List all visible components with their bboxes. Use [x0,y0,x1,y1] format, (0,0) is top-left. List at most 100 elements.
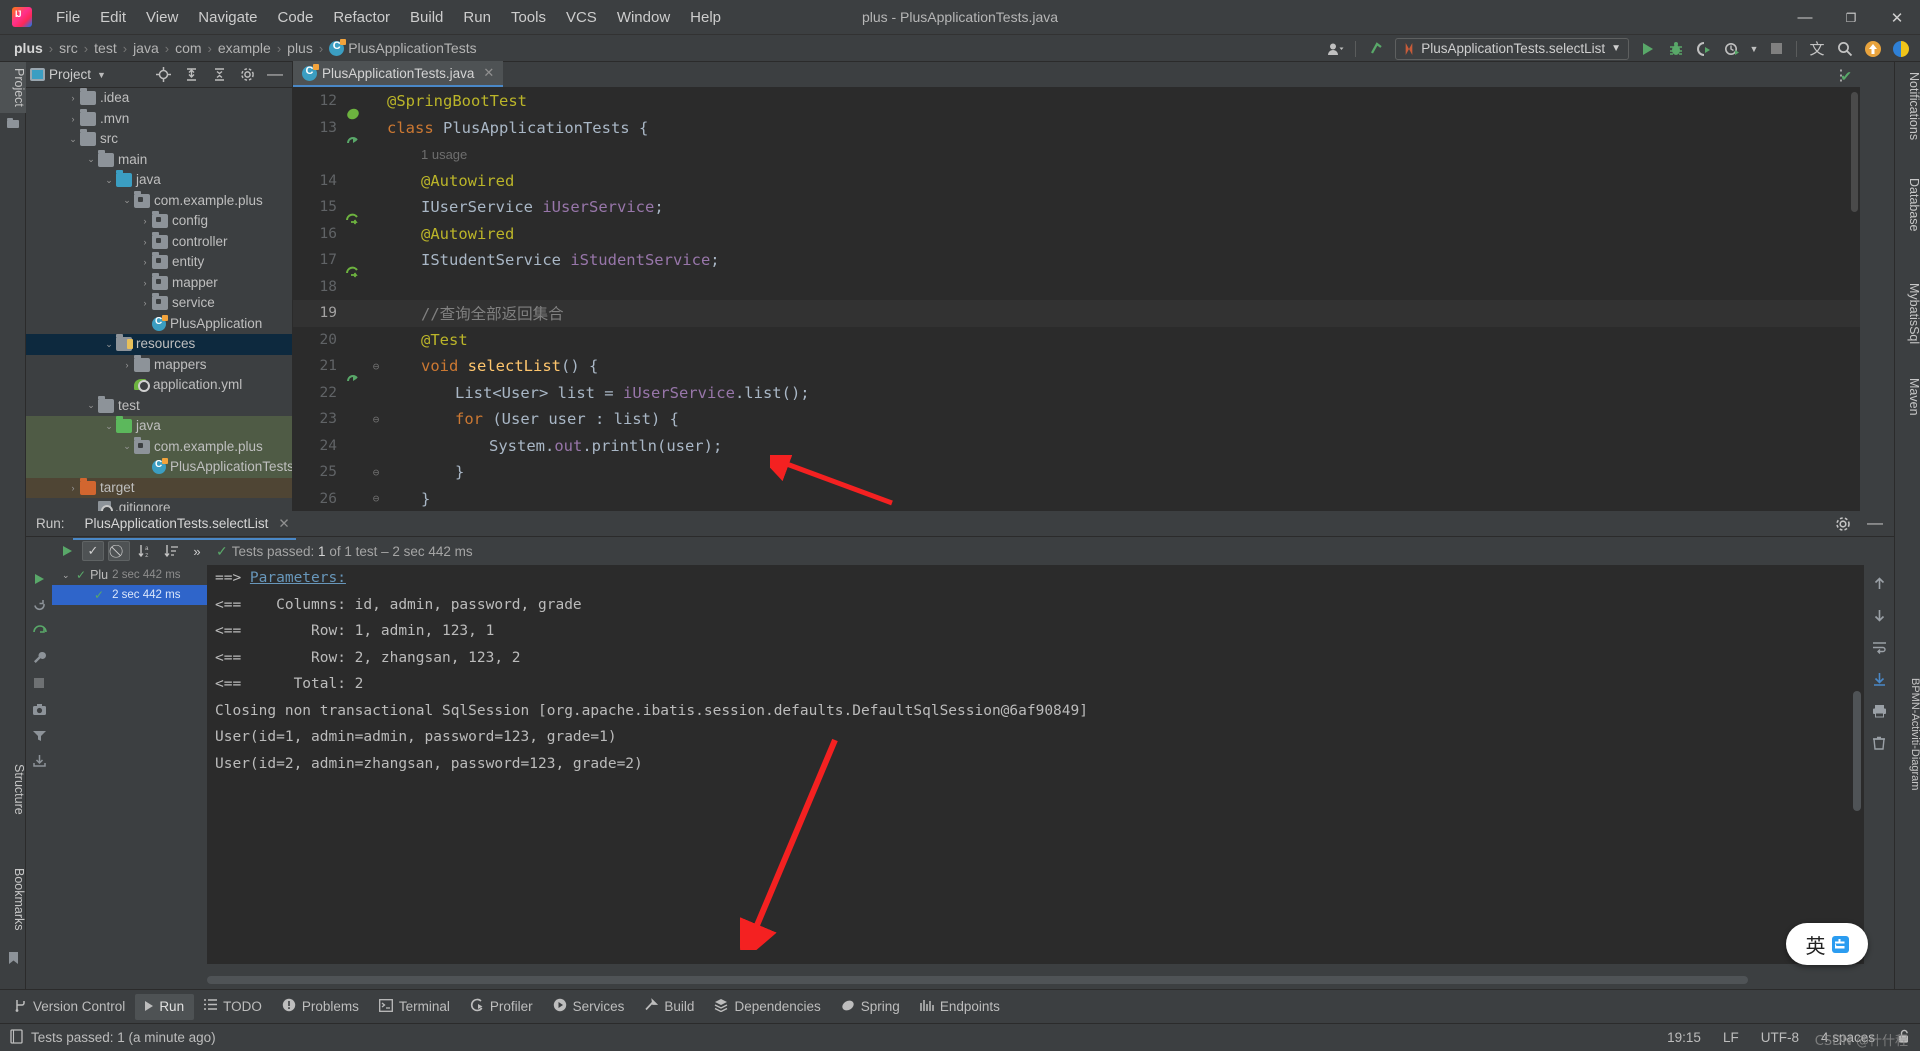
chevron-down-icon[interactable]: ⌄ [102,339,116,350]
tree-node-com-example-plus[interactable]: ⌄ com.example.plus [26,190,292,212]
chevron-down-icon[interactable]: ⌄ [102,175,116,186]
menu-build[interactable]: Build [400,5,453,30]
bookmark-icon[interactable] [0,947,26,969]
code-line[interactable]: 12 @SpringBootTest [293,88,1860,120]
run-button[interactable] [1635,37,1661,60]
code-line[interactable]: 26 ⊖} [293,486,1860,512]
tree-node-com-example-plus[interactable]: ⌄ com.example.plus [26,436,292,457]
menu-vcs[interactable]: VCS [556,5,607,30]
chevron-down-icon[interactable]: ⌄ [84,400,98,411]
minimize-button[interactable]: — [1782,0,1828,35]
tree-node-java[interactable]: ⌄ java [26,170,292,191]
tree-node-entity[interactable]: › entity [26,252,292,273]
chevron-right-icon[interactable]: › [66,93,80,103]
tree-node-service[interactable]: › service [26,293,292,314]
tree-node-java[interactable]: ⌄ java [26,416,292,437]
menu-code[interactable]: Code [267,5,323,30]
code-line[interactable]: 22 List<User> list = iUserService.list(); [293,380,1860,407]
rerun-icon[interactable] [56,541,78,561]
code-line[interactable]: 18 [293,274,1860,301]
bottom-tab-spring[interactable]: Spring [831,994,910,1020]
chevron-right-icon[interactable]: › [66,114,80,124]
stop-button[interactable] [1763,37,1789,60]
tree-node-resources[interactable]: ⌄ resources [26,334,292,355]
tree-node-main[interactable]: ⌄ main [26,149,292,171]
chevron-right-icon[interactable]: › [138,278,152,288]
code-line[interactable]: 14 @Autowired [293,168,1860,195]
tree-node--mvn[interactable]: › .mvn [26,108,292,130]
code-folding-marker[interactable]: ⊖ [365,413,387,426]
menu-navigate[interactable]: Navigate [188,5,267,30]
code-line[interactable]: 17 IStudentService iStudentService; [293,247,1860,278]
tree-node-config[interactable]: › config [26,211,292,232]
wrench-icon[interactable] [28,647,50,667]
sidebar-item-database[interactable]: Database [1895,172,1920,238]
bottom-tab-dependencies[interactable]: Dependencies [704,994,830,1020]
editor-scrollbar[interactable] [1851,92,1858,212]
code-line[interactable]: 16 @Autowired [293,221,1860,248]
bottom-tab-build[interactable]: Build [634,994,704,1020]
code-folding-marker[interactable]: ⊖ [365,466,387,479]
minimize-icon[interactable]: — [1862,512,1888,535]
chevron-down-icon[interactable]: ⌄ [66,134,80,145]
menu-run[interactable]: Run [453,5,501,30]
code-line[interactable]: 23 ⊖ for (User user : list) { [293,406,1860,433]
bottom-tab-version-control[interactable]: Version Control [4,994,135,1020]
bottom-tab-endpoints[interactable]: Endpoints [910,994,1010,1020]
sort-by-duration-icon[interactable] [160,541,182,561]
sidebar-item-bpmn[interactable]: BPMN-Activiti-Diagram [1895,672,1920,796]
breadcrumb-src[interactable]: src [55,39,82,57]
settings-icon[interactable] [234,63,260,86]
menu-view[interactable]: View [136,5,188,30]
code-folding-marker[interactable]: ⊖ [365,492,387,505]
tree-node-plusapplication[interactable]: PlusApplication [26,314,292,335]
breadcrumb-com[interactable]: com [171,39,205,57]
close-button[interactable]: ✕ [1874,0,1920,35]
soft-wrap-icon[interactable] [1868,637,1890,657]
code-folding-marker[interactable]: ⊖ [365,360,387,373]
console-horizontal-scrollbar[interactable] [207,976,1864,984]
status-encoding[interactable]: UTF-8 [1761,1030,1799,1045]
inspection-status-icon[interactable]: ✔ [1840,68,1852,85]
locate-icon[interactable] [150,63,176,86]
bottom-tab-todo[interactable]: TODO [194,994,272,1020]
bottom-tab-run[interactable]: Run [135,993,195,1020]
code-line[interactable]: 19 //查询全部返回集合 [293,300,1860,327]
settings-icon[interactable] [1830,512,1856,535]
scroll-to-end-icon[interactable] [1868,669,1890,689]
scroll-up-icon[interactable] [1868,573,1890,593]
filter-icon[interactable] [28,725,50,745]
show-passed-tests-icon[interactable]: ✓ [82,541,104,561]
tree-node-application-yml[interactable]: application.yml [26,375,292,396]
bottom-tool-tabs[interactable]: Version Control Run TODO Problems Terminal Pr… [0,989,1920,1023]
status-line-separator[interactable]: LF [1723,1030,1739,1045]
code-line[interactable]: 24 System.out.println(user); [293,433,1860,460]
menu-file[interactable]: File [46,5,90,30]
camera-icon[interactable] [28,699,50,719]
chevron-right-icon[interactable]: › [120,360,134,370]
tab-plusapplicationtests[interactable]: PlusApplicationTests.java ✕ [293,61,504,87]
rerun-failed-icon[interactable] [28,595,50,615]
chevron-right-icon[interactable]: › [66,483,80,493]
export-icon[interactable] [28,751,50,771]
chevron-down-icon[interactable]: ▼ [97,70,106,80]
breadcrumb-example[interactable]: example [214,39,275,57]
print-icon[interactable] [1868,701,1890,721]
toggle-auto-test-icon[interactable] [28,621,50,641]
maximize-button[interactable]: ❐ [1828,0,1874,35]
expand-all-icon[interactable] [178,63,204,86]
ide-helper-icon[interactable] [1888,37,1914,60]
chevron-down-icon[interactable]: ⌄ [84,154,98,165]
chevron-right-icon[interactable]: › [138,216,152,226]
menu-refactor[interactable]: Refactor [323,5,400,30]
collapse-all-icon[interactable] [206,63,232,86]
breadcrumb-test[interactable]: test [90,39,121,57]
usage-hint[interactable]: 1 usage [421,147,467,162]
update-arrow-icon[interactable] [1363,37,1389,60]
code-line[interactable]: 1 usage [293,141,1860,168]
bottom-tab-problems[interactable]: Problems [272,994,369,1020]
sidebar-item-mybatis-sql[interactable]: MybatisSql [1895,277,1920,350]
rerun-icon[interactable] [28,569,50,589]
code-line[interactable]: 15 IUserService iUserService; [293,194,1860,225]
bottom-tab-profiler[interactable]: Profiler [460,994,543,1020]
